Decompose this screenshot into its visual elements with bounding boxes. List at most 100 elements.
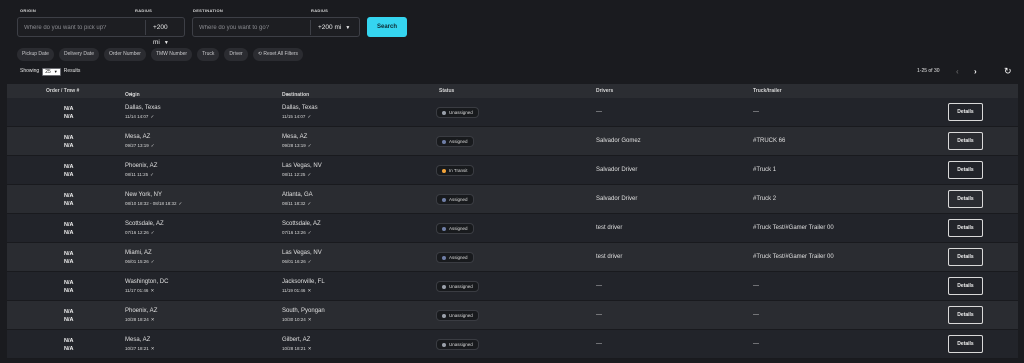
chevron-down-icon: ▼	[345, 25, 351, 31]
destination-city: Scottsdale, AZ	[282, 221, 321, 227]
pagination-range: 1-25 of 30	[917, 68, 940, 74]
destination-city: Mesa, AZ	[282, 134, 308, 140]
origin-time: 07/16 12:26	[125, 230, 149, 235]
origin-field[interactable]: +200 mi▼	[17, 17, 185, 46]
destination-input[interactable]	[199, 22, 299, 33]
chevron-left-icon[interactable]: ‹	[956, 66, 959, 77]
reset-filters-label: Reset All Filters	[263, 51, 299, 57]
details-button[interactable]: Details	[948, 335, 983, 353]
destination-time-cell: 08/11 12:25 ✓	[282, 172, 311, 178]
filter-delivery-date[interactable]: Delivery Date	[58, 48, 99, 61]
destination-time-cell: 08/11 18:32 ✓	[282, 201, 311, 207]
tmw-number: N/A	[64, 143, 74, 149]
status-badge: Unassigned	[436, 339, 479, 350]
driver-name: ---	[596, 341, 602, 347]
order-number: N/A	[64, 135, 74, 141]
origin-city: Dallas, Texas	[125, 105, 161, 111]
details-button[interactable]: Details	[948, 277, 983, 295]
truck-trailer: ---	[753, 283, 759, 289]
details-button[interactable]: Details	[948, 306, 983, 324]
details-button[interactable]: Details	[948, 190, 983, 208]
filter-pickup-date[interactable]: Pickup Date	[17, 48, 54, 61]
status-icon	[442, 284, 446, 289]
destination-status-icon: ✓	[307, 114, 312, 119]
status-badge: Assigned	[436, 223, 474, 234]
filter-chips: Pickup Date Delivery Date Order Number T…	[17, 48, 304, 61]
destination-time-cell: 06/01 16:26 ✓	[282, 259, 312, 265]
origin-time-cell: 08/10 18:32 - 08/18 18:32 ✓	[125, 201, 182, 207]
orders-table: Order / Tmw # Origin ▼ Destination ▼ Statu…	[7, 84, 1018, 359]
chevron-right-icon[interactable]: ›	[974, 66, 977, 77]
details-button[interactable]: Details	[948, 132, 983, 150]
status-icon	[442, 197, 446, 202]
header-status: Status	[439, 88, 455, 94]
tmw-number: N/A	[64, 201, 74, 207]
status-label: Unassigned	[449, 110, 473, 115]
tmw-number: N/A	[64, 346, 74, 352]
truck-trailer: #Truck 2	[753, 196, 777, 202]
chevron-down-icon: ▼	[53, 68, 58, 74]
destination-time-cell: 09/28 13:19 ✓	[282, 143, 312, 149]
destination-time: 08/11 12:25	[282, 172, 306, 177]
status-icon	[442, 168, 446, 173]
details-button[interactable]: Details	[948, 103, 983, 121]
status-icon	[442, 342, 446, 347]
origin-time-cell: 07/16 12:26 ✓	[125, 230, 155, 236]
details-button[interactable]: Details	[948, 161, 983, 179]
destination-status-icon: ✕	[307, 288, 312, 293]
page-size-control: Showing 25 ▼ Results	[20, 67, 80, 76]
destination-city: Las Vegas, NV	[282, 163, 322, 169]
destination-field[interactable]: +200 mi▼	[192, 17, 360, 37]
driver-name: Salvador Driver	[596, 196, 638, 202]
destination-time-cell: 11/15 14:07 ✓	[282, 114, 311, 120]
origin-status-icon: ✓	[150, 230, 155, 235]
header-drivers: Drivers	[596, 88, 614, 94]
origin-radius-select[interactable]: +200 mi ▼	[145, 20, 184, 46]
destination-radius-label: RADIUS	[311, 8, 329, 13]
origin-time-cell: 08/11 11:25 ✓	[125, 172, 154, 178]
filter-driver[interactable]: Driver	[224, 48, 248, 61]
table-body: N/A N/A Dallas, Texas 11/14 14:07 ✓ Dallas, T…	[7, 98, 1018, 359]
origin-time-cell: 09/27 13:19 ✓	[125, 143, 155, 149]
tmw-number: N/A	[64, 317, 74, 323]
chevron-down-icon: ▼	[286, 92, 290, 97]
status-icon	[442, 139, 446, 144]
table-row: N/A N/A Dallas, Texas 11/14 14:07 ✓ Dallas, T…	[7, 98, 1018, 127]
filter-tmw-number[interactable]: TMW Number	[150, 48, 193, 61]
filter-truck[interactable]: Truck	[197, 48, 220, 61]
tmw-number: N/A	[64, 114, 74, 120]
details-button[interactable]: Details	[948, 219, 983, 237]
truck-trailer: ---	[753, 341, 759, 347]
origin-status-icon: ✓	[178, 201, 183, 206]
order-number: N/A	[64, 338, 74, 344]
destination-status-icon: ✕	[307, 317, 312, 322]
origin-city: Mesa, AZ	[125, 337, 151, 343]
page-size-select[interactable]: 25 ▼	[42, 67, 61, 76]
origin-time-cell: 06/01 15:26 ✓	[125, 259, 155, 265]
origin-input[interactable]	[24, 22, 124, 33]
destination-city: South, Pyongan	[282, 308, 325, 314]
driver-name: ---	[596, 312, 602, 318]
driver-name: test driver	[596, 254, 623, 260]
origin-status-icon: ✓	[150, 114, 155, 119]
status-badge: Unassigned	[436, 310, 479, 321]
search-button[interactable]: Search	[367, 17, 407, 37]
destination-radius-value: +200 mi	[318, 24, 342, 31]
origin-status-icon: ✓	[150, 143, 155, 148]
refresh-icon[interactable]: ↻	[1004, 66, 1012, 77]
filter-order-number[interactable]: Order Number	[103, 48, 146, 61]
driver-name: ---	[596, 109, 602, 115]
order-number: N/A	[64, 309, 74, 315]
destination-time: 07/16 13:26	[282, 230, 306, 235]
origin-time: 11/14 14:07	[125, 114, 149, 119]
header-truck-trailer: Truck/trailer	[753, 88, 782, 94]
destination-radius-select[interactable]: +200 mi ▼	[310, 20, 350, 35]
origin-status-icon: ✕	[150, 288, 155, 293]
details-button[interactable]: Details	[948, 248, 983, 266]
destination-time: 08/11 18:32	[282, 201, 306, 206]
table-row: N/A N/A Miami, AZ 06/01 15:26 ✓ Las Vegas, NV…	[7, 243, 1018, 272]
destination-status-icon: ✓	[307, 143, 312, 148]
reset-filters-button[interactable]: ⟲ Reset All Filters	[252, 48, 304, 61]
destination-time-cell: 10/28 18:21 ✕	[282, 346, 312, 352]
table-row: N/A N/A Mesa, AZ 10/27 18:21 ✕ Gilbert, AZ 10/…	[7, 330, 1018, 359]
